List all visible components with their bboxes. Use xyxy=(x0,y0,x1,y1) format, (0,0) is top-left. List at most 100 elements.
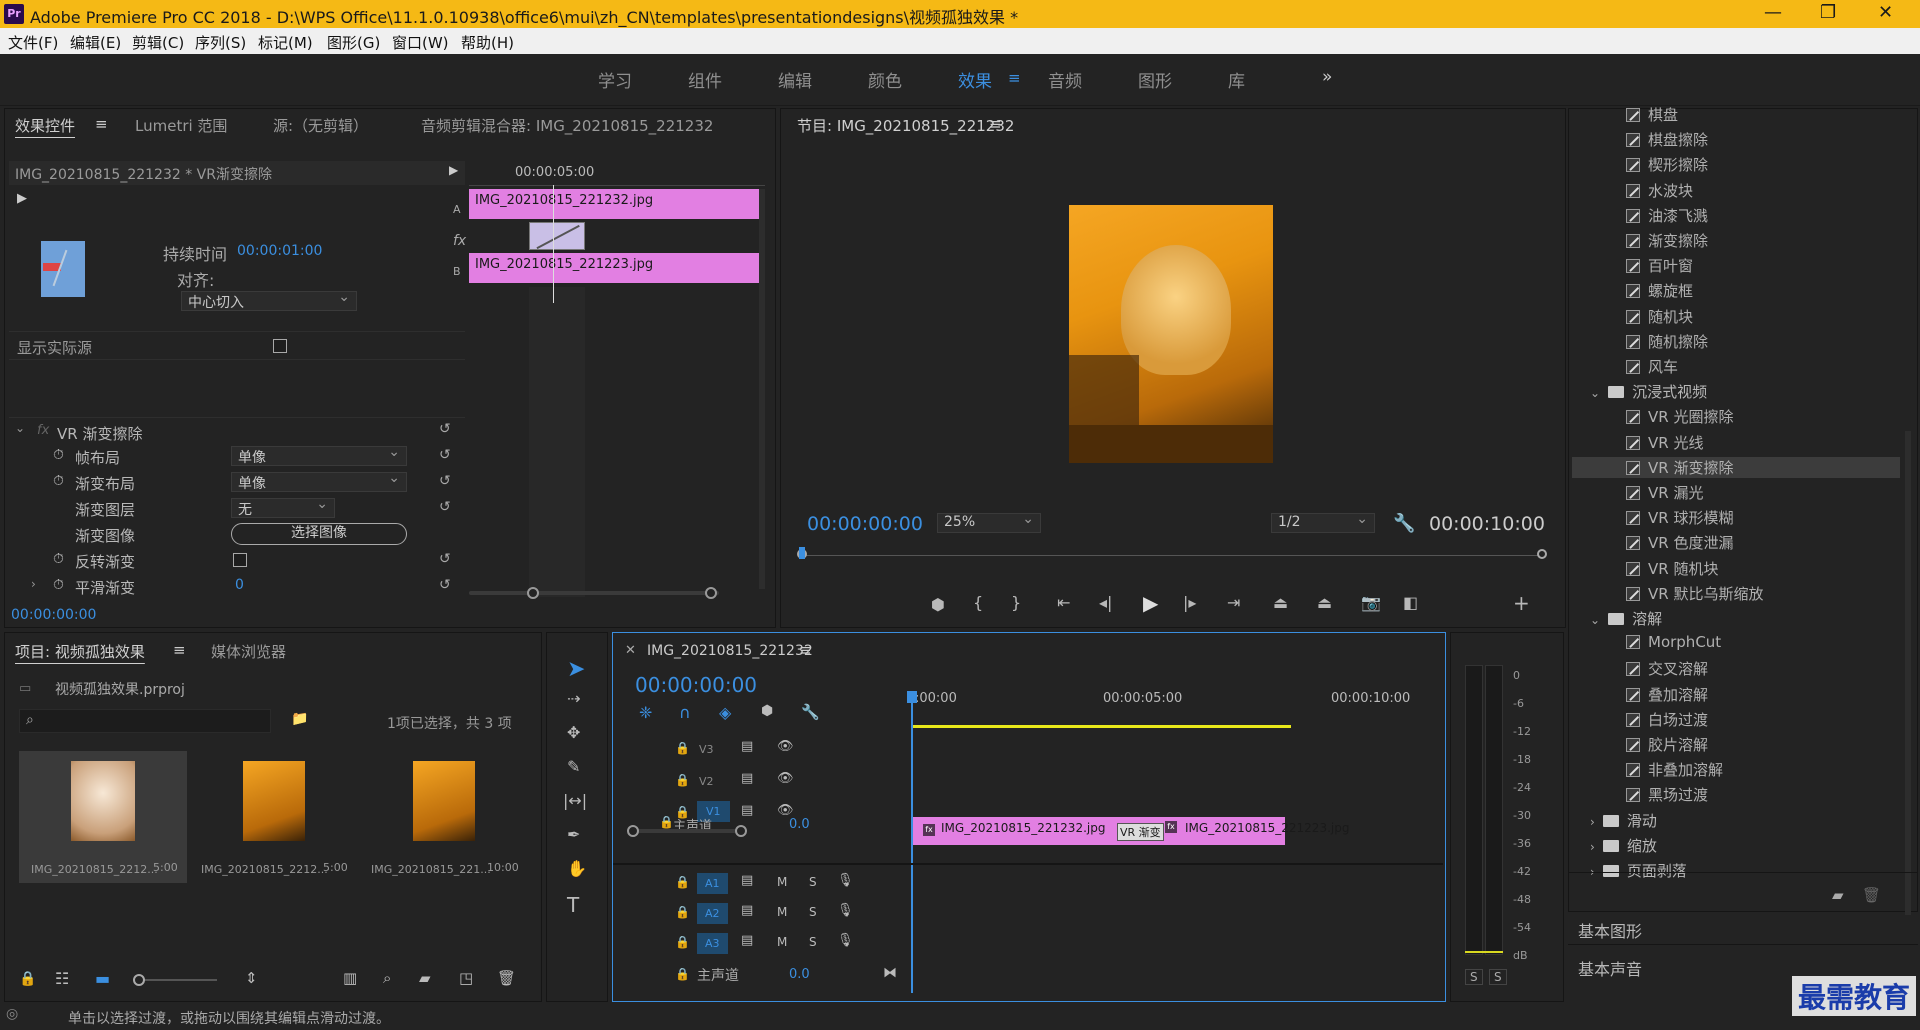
stopwatch-icon[interactable]: ⏱ xyxy=(53,447,64,463)
solo-button[interactable]: S xyxy=(809,905,817,919)
export-frame-icon[interactable]: 📷 xyxy=(1361,593,1381,612)
lock-icon[interactable]: 🔒 xyxy=(675,967,690,981)
frame-layout-dropdown[interactable]: 单像 xyxy=(231,444,407,466)
master-volume-value[interactable]: 0.0 xyxy=(789,817,810,832)
ws-libraries[interactable]: 库 xyxy=(1228,67,1245,92)
maximize-icon[interactable]: ❐ xyxy=(1820,2,1836,23)
panel-menu-icon[interactable]: ≡ xyxy=(173,641,186,659)
essential-graphics-panel[interactable]: 基本图形 xyxy=(1578,918,1642,942)
effects-item[interactable]: 水波块 xyxy=(1626,180,1693,201)
ws-audio[interactable]: 音频 xyxy=(1048,67,1082,92)
effects-item[interactable]: MorphCut xyxy=(1626,633,1721,651)
tab-lumetri-scopes[interactable]: Lumetri 范围 xyxy=(135,115,227,136)
new-folder-icon[interactable]: ▰ xyxy=(1832,886,1844,904)
find-icon[interactable]: ⌕ xyxy=(383,969,391,987)
effects-item[interactable]: 叠加溶解 xyxy=(1626,684,1708,705)
trash-icon[interactable]: 🗑 xyxy=(497,969,516,987)
effects-item[interactable]: VR 漏光 xyxy=(1626,482,1703,503)
panel-menu-icon[interactable]: ≡ xyxy=(989,115,1002,133)
effects-item[interactable]: VR 默比乌斯缩放 xyxy=(1626,583,1763,604)
stopwatch-icon[interactable]: ⏱ xyxy=(53,551,64,567)
tab-project[interactable]: 项目: 视频孤独效果 xyxy=(15,641,145,662)
effects-item[interactable]: 油漆飞溅 xyxy=(1626,205,1708,226)
sync-lock-icon[interactable]: ▤ xyxy=(741,903,753,918)
ws-learn[interactable]: 学习 xyxy=(598,67,632,92)
stopwatch-icon[interactable]: ⏱ xyxy=(53,473,64,489)
effects-item[interactable]: 胶片溶解 xyxy=(1626,734,1708,755)
timeline-settings-icon[interactable]: 🔧 xyxy=(801,703,820,721)
gradient-layer-dropdown[interactable]: 无 xyxy=(231,496,335,518)
ws-color[interactable]: 颜色 xyxy=(868,67,902,92)
automate-icon[interactable]: ▥ xyxy=(343,969,357,987)
go-to-end-icon[interactable]: ⧓ xyxy=(883,965,897,981)
lift-icon[interactable]: ⏏ xyxy=(1273,593,1288,612)
align-dropdown[interactable]: 中心切入 xyxy=(181,289,357,311)
eye-icon[interactable]: 👁 xyxy=(777,739,794,754)
extract-icon[interactable]: ⏏ xyxy=(1317,593,1332,612)
effects-item[interactable]: VR 随机块 xyxy=(1626,558,1718,579)
work-area-bar[interactable] xyxy=(911,725,1291,728)
mic-icon[interactable]: 🎙 xyxy=(837,903,854,918)
select-image-button[interactable]: 选择图像 xyxy=(231,523,407,545)
play-preview-icon[interactable]: ▶ xyxy=(17,191,27,206)
track-divider[interactable] xyxy=(613,863,1443,865)
effects-item[interactable]: VR 光圈擦除 xyxy=(1626,406,1733,427)
collapse-effect-icon[interactable]: ⌄ xyxy=(15,421,25,435)
new-bin-icon[interactable]: ▰ xyxy=(419,969,431,987)
icon-view-icon[interactable]: ▬ xyxy=(95,969,110,988)
sort-icon[interactable]: ⇕ xyxy=(245,969,258,987)
effects-folder[interactable]: › 滑动 xyxy=(1590,810,1657,831)
ec-clip-a[interactable]: IMG_20210815_221232.jpg xyxy=(469,189,759,219)
menu-sequence[interactable]: 序列(S) xyxy=(195,32,246,53)
duration-value[interactable]: 00:00:01:00 xyxy=(237,243,322,259)
effects-item[interactable]: 螺旋框 xyxy=(1626,280,1693,301)
timeline-timecode[interactable]: 00:00:00:00 xyxy=(635,673,757,697)
invert-gradient-checkbox[interactable] xyxy=(233,553,247,567)
minimize-icon[interactable]: — xyxy=(1764,2,1782,23)
expand-prop-icon[interactable]: › xyxy=(31,577,36,591)
step-back-icon[interactable]: ◂| xyxy=(1099,593,1112,612)
delete-icon[interactable]: 🗑 xyxy=(1862,886,1881,904)
lock-icon[interactable]: 🔒 xyxy=(19,971,36,987)
track-label[interactable]: A1 xyxy=(697,873,728,894)
sync-lock-icon[interactable]: ▤ xyxy=(741,873,753,888)
go-to-out-icon[interactable]: ⇥ xyxy=(1227,593,1240,612)
effects-item[interactable]: VR 色度泄漏 xyxy=(1626,532,1733,553)
effects-folder[interactable]: ⌄ 溶解 xyxy=(1590,608,1662,629)
thumb-size-slider[interactable] xyxy=(133,974,217,986)
project-thumb-1[interactable]: IMG_20210815_2212... 5:00 xyxy=(19,751,187,883)
eye-icon[interactable]: 👁 xyxy=(777,803,794,818)
find-icon[interactable]: 📁 xyxy=(291,711,308,727)
effects-item[interactable]: 楔形擦除 xyxy=(1626,154,1708,175)
effects-item[interactable]: VR 渐变擦除 xyxy=(1572,456,1900,478)
program-scrubber[interactable] xyxy=(803,555,1543,556)
menu-graphics[interactable]: 图形(G) xyxy=(327,32,380,53)
program-timecode[interactable]: 00:00:00:00 xyxy=(807,513,923,535)
effects-item[interactable]: 百叶窗 xyxy=(1626,255,1693,276)
effects-item[interactable]: VR 光线 xyxy=(1626,432,1703,453)
track-label[interactable]: V2 xyxy=(699,775,714,788)
track-label[interactable]: V3 xyxy=(699,743,714,756)
close-tab-icon[interactable]: ✕ xyxy=(625,643,636,658)
close-icon[interactable]: ✕ xyxy=(1878,2,1893,23)
stopwatch-icon[interactable]: ⏱ xyxy=(53,577,64,593)
play-icon[interactable]: ▶ xyxy=(1143,591,1158,615)
solo-button[interactable]: S xyxy=(809,875,817,889)
sync-lock-icon[interactable]: ▤ xyxy=(741,933,753,948)
effects-item[interactable]: 非叠加溶解 xyxy=(1626,759,1723,780)
effects-item[interactable]: 随机擦除 xyxy=(1626,331,1708,352)
lock-icon[interactable]: 🔒 xyxy=(675,773,690,787)
panel-menu-icon[interactable]: ≡ xyxy=(95,115,108,133)
ws-effects[interactable]: 效果 xyxy=(958,67,992,92)
ec-transition-block[interactable] xyxy=(529,222,585,250)
project-thumb-3[interactable]: IMG_20210815_221... 10:00 xyxy=(359,751,527,883)
mic-icon[interactable]: 🎙 xyxy=(837,873,854,888)
menu-edit[interactable]: 编辑(E) xyxy=(70,32,121,53)
timeline-clip-v1[interactable]: fx IMG_20210815_221232.jpg fx IMG_2021081… xyxy=(913,817,1349,845)
sync-lock-icon[interactable]: ▤ xyxy=(741,771,753,786)
timeline-zoom-bar[interactable] xyxy=(627,825,747,837)
reset-prop-icon[interactable]: ↺ xyxy=(439,551,451,567)
lock-icon[interactable]: 🔒 xyxy=(675,905,690,919)
ws-overflow-icon[interactable]: » xyxy=(1322,67,1332,87)
lock-icon[interactable]: 🔒 xyxy=(675,935,690,949)
